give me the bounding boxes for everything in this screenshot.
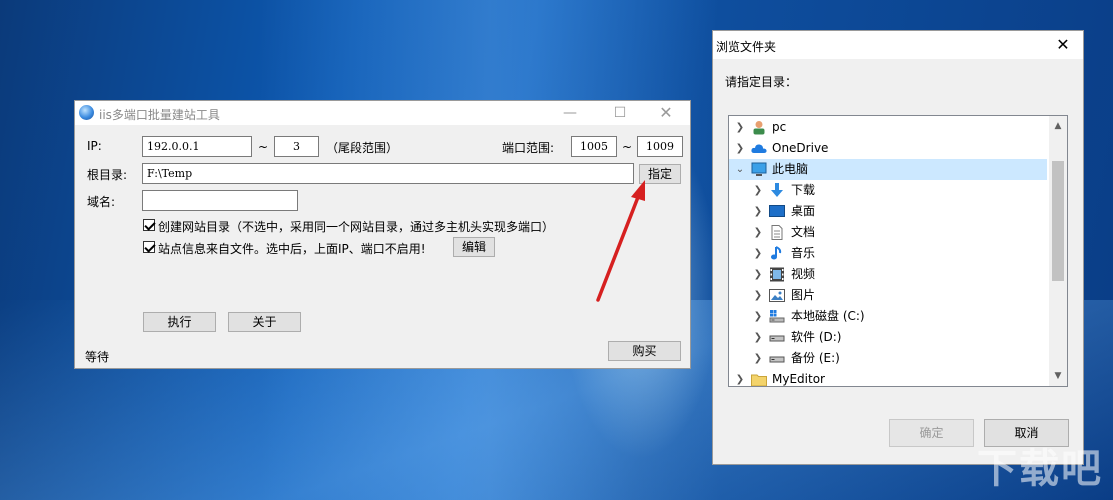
annotation-arrow xyxy=(596,180,645,302)
watermark-logo: 下载吧 xyxy=(977,446,1103,492)
